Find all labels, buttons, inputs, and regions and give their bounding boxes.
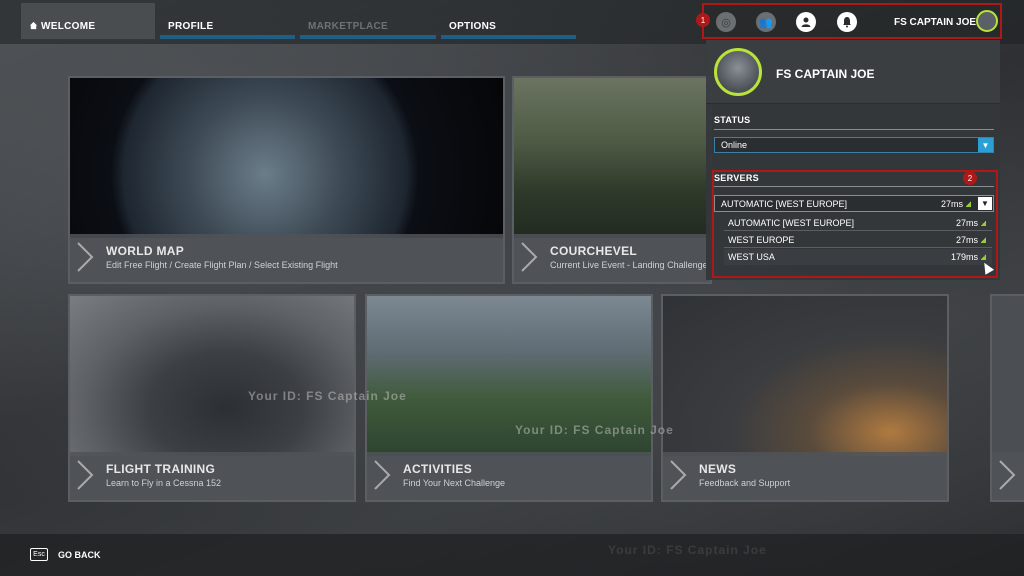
signal-icon bbox=[981, 254, 986, 260]
signal-icon bbox=[966, 201, 971, 207]
tile-news[interactable]: NEWS Feedback and Support bbox=[661, 294, 949, 502]
server-option[interactable]: AUTOMATIC [WEST EUROPE] 27ms bbox=[724, 215, 992, 231]
tab-label: PROFILE bbox=[168, 21, 214, 32]
tile-activities[interactable]: ACTIVITIES Find Your Next Challenge bbox=[365, 294, 653, 502]
server-option[interactable]: WEST EUROPE 27ms bbox=[724, 232, 992, 248]
tile-subtitle: Learn to Fly in a Cessna 152 bbox=[106, 478, 222, 488]
tile-caption: FLIGHT TRAINING Learn to Fly in a Cessna… bbox=[70, 452, 354, 500]
watermark: Your ID: FS Captain Joe bbox=[248, 389, 407, 403]
chevron-right-icon bbox=[670, 460, 687, 490]
server-name: WEST EUROPE bbox=[728, 235, 795, 245]
chevron-right-icon bbox=[77, 460, 94, 490]
chevron-down-icon[interactable]: ▼ bbox=[978, 197, 992, 210]
server-name: WEST USA bbox=[728, 252, 775, 262]
tab-profile[interactable]: PROFILE bbox=[160, 3, 295, 39]
esc-key-icon: Esc bbox=[30, 548, 48, 561]
status-select[interactable]: Online ▼ bbox=[714, 137, 994, 153]
cockpit-image bbox=[70, 296, 354, 456]
tile-title: FLIGHT TRAINING bbox=[106, 462, 216, 476]
signal-icon bbox=[981, 237, 986, 243]
chevron-right-icon bbox=[374, 460, 391, 490]
tile-caption: ACTIVITIES Find Your Next Challenge bbox=[367, 452, 651, 500]
tile-caption bbox=[992, 452, 1024, 500]
server-select[interactable]: AUTOMATIC [WEST EUROPE] 27ms ▼ bbox=[714, 195, 994, 212]
chevron-right-icon bbox=[999, 460, 1016, 490]
profile-icon[interactable] bbox=[796, 12, 816, 32]
tile-caption: NEWS Feedback and Support bbox=[663, 452, 947, 500]
tile-courchevel[interactable]: COURCHEVEL Current Live Event - Landing … bbox=[512, 76, 712, 284]
bottom-bar: Esc GO BACK bbox=[0, 534, 1024, 576]
status-value: Online bbox=[721, 140, 748, 150]
panel-header: FS CAPTAIN JOE bbox=[706, 40, 1000, 104]
signal-icon bbox=[981, 220, 986, 226]
tile-subtitle: Feedback and Support bbox=[699, 478, 791, 488]
panel-username: FS CAPTAIN JOE bbox=[776, 67, 875, 81]
tab-label: OPTIONS bbox=[449, 21, 497, 32]
tile-subtitle: Find Your Next Challenge bbox=[403, 478, 506, 488]
annotation-badge-2: 2 bbox=[963, 171, 977, 185]
status-label: STATUS bbox=[714, 115, 751, 125]
tile-offscreen[interactable] bbox=[990, 294, 1024, 502]
earth-image bbox=[70, 78, 503, 238]
tile-subtitle: Current Live Event - Landing Challenge bbox=[550, 260, 708, 270]
activity-icon[interactable]: ◎ bbox=[716, 12, 736, 32]
servers-highlight: AUTOMATIC [WEST EUROPE] 27ms WEST EUROPE… bbox=[712, 170, 998, 278]
server-ping: 27ms bbox=[955, 218, 978, 228]
friends-icon[interactable]: 👥 bbox=[756, 12, 776, 32]
tab-marketplace[interactable]: MARKETPLACE bbox=[300, 3, 436, 39]
tab-welcome[interactable]: WELCOME bbox=[21, 3, 155, 39]
tab-options[interactable]: OPTIONS bbox=[441, 3, 576, 39]
avatar-large bbox=[714, 48, 762, 96]
tile-world-map[interactable]: WORLD MAP Edit Free Flight / Create Flig… bbox=[68, 76, 505, 284]
avatar[interactable] bbox=[976, 10, 998, 32]
server-ping: 27ms bbox=[955, 235, 978, 245]
tile-subtitle: Edit Free Flight / Create Flight Plan / … bbox=[106, 260, 338, 270]
chevron-right-icon bbox=[521, 242, 538, 272]
watermark: Your ID: FS Captain Joe bbox=[515, 423, 674, 437]
tab-label: MARKETPLACE bbox=[308, 21, 388, 32]
tile-title: ACTIVITIES bbox=[403, 462, 473, 476]
selected-server-ping: 27ms bbox=[940, 199, 963, 209]
tile-title: WORLD MAP bbox=[106, 244, 185, 258]
home-icon bbox=[29, 21, 38, 30]
selected-server-name: AUTOMATIC [WEST EUROPE] bbox=[721, 199, 848, 209]
server-option[interactable]: WEST USA 179ms bbox=[724, 249, 992, 265]
divider bbox=[714, 129, 994, 130]
notifications-icon[interactable] bbox=[837, 12, 857, 32]
username-top[interactable]: FS CAPTAIN JOE bbox=[894, 17, 976, 28]
go-back-button[interactable]: GO BACK bbox=[58, 550, 101, 560]
propeller-plane-image bbox=[663, 296, 947, 456]
server-name: AUTOMATIC [WEST EUROPE] bbox=[728, 218, 855, 228]
server-ping: 179ms bbox=[950, 252, 978, 262]
tile-caption: WORLD MAP Edit Free Flight / Create Flig… bbox=[70, 234, 503, 282]
mountain-image bbox=[514, 78, 710, 238]
annotation-badge-1: 1 bbox=[696, 13, 710, 27]
chevron-down-icon[interactable]: ▼ bbox=[978, 138, 993, 152]
tile-caption: COURCHEVEL Current Live Event - Landing … bbox=[514, 234, 710, 282]
chevron-right-icon bbox=[77, 242, 94, 272]
tile-title: NEWS bbox=[699, 462, 737, 476]
user-bar: ◎ 👥 FS CAPTAIN JOE bbox=[702, 3, 1002, 39]
tile-title: COURCHEVEL bbox=[550, 244, 638, 258]
tab-label: WELCOME bbox=[41, 21, 96, 32]
